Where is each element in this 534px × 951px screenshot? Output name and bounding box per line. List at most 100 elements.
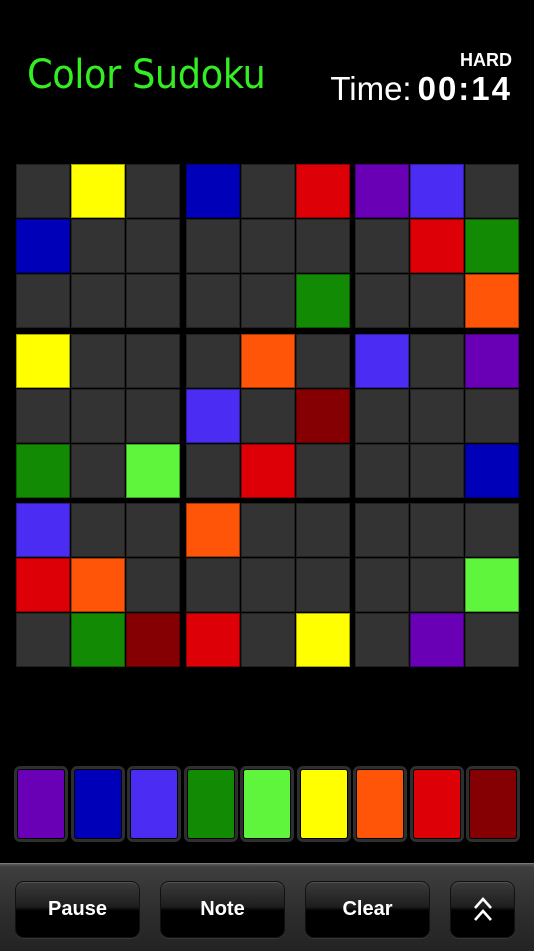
board-cell-r1c3[interactable] [126, 164, 180, 218]
board-cell-r8c3[interactable] [126, 558, 180, 612]
board-cell-r6c5[interactable] [240, 443, 295, 498]
board-cell-r1c5[interactable] [240, 164, 295, 218]
board-cell-r1c8[interactable] [410, 164, 464, 218]
board-cell-r9c2[interactable] [71, 613, 125, 667]
board-cell-r1c9[interactable] [465, 164, 519, 218]
palette-swatch-orange[interactable] [353, 766, 407, 842]
board-cell-r7c8[interactable] [410, 503, 464, 557]
pause-button[interactable]: Pause [15, 881, 140, 938]
palette-swatch-lime[interactable] [240, 766, 294, 842]
board-cell-r4c1[interactable] [16, 333, 70, 388]
board-cell-r8c9[interactable] [465, 558, 519, 612]
board-cell-r9c7[interactable] [355, 613, 409, 667]
board-cell-r7c5[interactable] [240, 503, 295, 557]
board-cell-r8c2[interactable] [71, 558, 125, 612]
board-cell-r3c1[interactable] [16, 274, 70, 328]
board-cell-r2c9[interactable] [465, 219, 519, 273]
board-cell-r1c1[interactable] [16, 164, 70, 218]
palette-swatch-maroon[interactable] [466, 766, 520, 842]
board-cell-r1c2[interactable] [71, 164, 125, 218]
board-cell-r6c8[interactable] [410, 443, 464, 498]
board-cell-r4c5[interactable] [240, 333, 295, 388]
board-cell-r5c6[interactable] [295, 388, 350, 443]
board-cell-r2c8[interactable] [410, 219, 464, 273]
board-cell-r2c3[interactable] [126, 219, 180, 273]
board-cell-r8c6[interactable] [295, 558, 350, 612]
board-cell-r6c7[interactable] [355, 443, 409, 498]
palette-swatch-purple[interactable] [14, 766, 68, 842]
board-cell-r4c9[interactable] [465, 333, 519, 388]
board-cell-r7c3[interactable] [126, 503, 180, 557]
board-cell-r3c8[interactable] [410, 274, 464, 328]
swatch-color [187, 770, 234, 838]
timer-value: 00:14 [417, 70, 512, 107]
bottom-toolbar: Pause Note Clear [0, 863, 534, 951]
board-cell-r5c8[interactable] [410, 388, 464, 443]
board-cell-r3c7[interactable] [355, 274, 409, 328]
board-cell-r1c6[interactable] [295, 164, 350, 218]
board-cell-r6c4[interactable] [185, 443, 240, 498]
board-cell-r6c6[interactable] [295, 443, 350, 498]
board-cell-r4c2[interactable] [71, 333, 125, 388]
board-cell-r6c3[interactable] [126, 443, 180, 498]
board-cell-r7c6[interactable] [295, 503, 350, 557]
board-cell-r1c4[interactable] [185, 164, 240, 218]
board-cell-r4c8[interactable] [410, 333, 464, 388]
color-palette [14, 766, 522, 842]
board-cell-r9c9[interactable] [465, 613, 519, 667]
board-cell-r5c4[interactable] [185, 388, 240, 443]
board-cell-r2c4[interactable] [185, 219, 240, 273]
timer-label: Time: [330, 70, 412, 107]
note-button[interactable]: Note [160, 881, 285, 938]
board-cell-r9c4[interactable] [185, 613, 240, 667]
board-cell-r6c9[interactable] [465, 443, 519, 498]
board-cell-r3c2[interactable] [71, 274, 125, 328]
board-cell-r6c1[interactable] [16, 443, 70, 498]
board-cell-r9c6[interactable] [295, 613, 350, 667]
palette-swatch-violet[interactable] [127, 766, 181, 842]
board-cell-r2c5[interactable] [240, 219, 295, 273]
board-cell-r2c1[interactable] [16, 219, 70, 273]
board-cell-r2c6[interactable] [295, 219, 350, 273]
board-cell-r5c7[interactable] [355, 388, 409, 443]
board-cell-r5c9[interactable] [465, 388, 519, 443]
palette-swatch-green[interactable] [183, 766, 238, 842]
board-cell-r1c7[interactable] [355, 164, 409, 218]
board-cell-r3c5[interactable] [240, 274, 295, 328]
palette-swatch-red[interactable] [409, 766, 464, 842]
board-cell-r9c3[interactable] [126, 613, 180, 667]
board-cell-r3c9[interactable] [465, 274, 519, 328]
board-cell-r8c8[interactable] [410, 558, 464, 612]
board-cell-r7c1[interactable] [16, 503, 70, 557]
board-cell-r5c2[interactable] [71, 388, 125, 443]
board-cell-r6c2[interactable] [71, 443, 125, 498]
board-cell-r3c3[interactable] [126, 274, 180, 328]
board-cell-r5c3[interactable] [126, 388, 180, 443]
board-cell-r7c7[interactable] [355, 503, 409, 557]
palette-swatch-yellow[interactable] [296, 766, 351, 842]
board-cell-r3c6[interactable] [295, 274, 350, 328]
board-cell-r4c7[interactable] [355, 333, 409, 388]
board-cell-r2c7[interactable] [355, 219, 409, 273]
board-cell-r3c4[interactable] [185, 274, 240, 328]
board-cell-r5c5[interactable] [240, 388, 295, 443]
board-cell-r2c2[interactable] [71, 219, 125, 273]
palette-swatch-blue[interactable] [70, 766, 125, 842]
board-cell-r7c9[interactable] [465, 503, 519, 557]
board-cell-r4c4[interactable] [185, 333, 240, 388]
board-cell-r8c4[interactable] [185, 558, 240, 612]
board-cell-r4c3[interactable] [126, 333, 180, 388]
board-cell-r8c7[interactable] [355, 558, 409, 612]
board-cell-r9c1[interactable] [16, 613, 70, 667]
board-cell-r8c5[interactable] [240, 558, 295, 612]
board-cell-r7c4[interactable] [185, 503, 240, 557]
board-cell-r9c5[interactable] [240, 613, 295, 667]
swatch-color [244, 770, 290, 838]
board-cell-r4c6[interactable] [295, 333, 350, 388]
board-cell-r7c2[interactable] [71, 503, 125, 557]
board-cell-r5c1[interactable] [16, 388, 70, 443]
expand-button[interactable] [450, 881, 515, 938]
board-cell-r8c1[interactable] [16, 558, 70, 612]
clear-button[interactable]: Clear [305, 881, 430, 938]
board-cell-r9c8[interactable] [410, 613, 464, 667]
